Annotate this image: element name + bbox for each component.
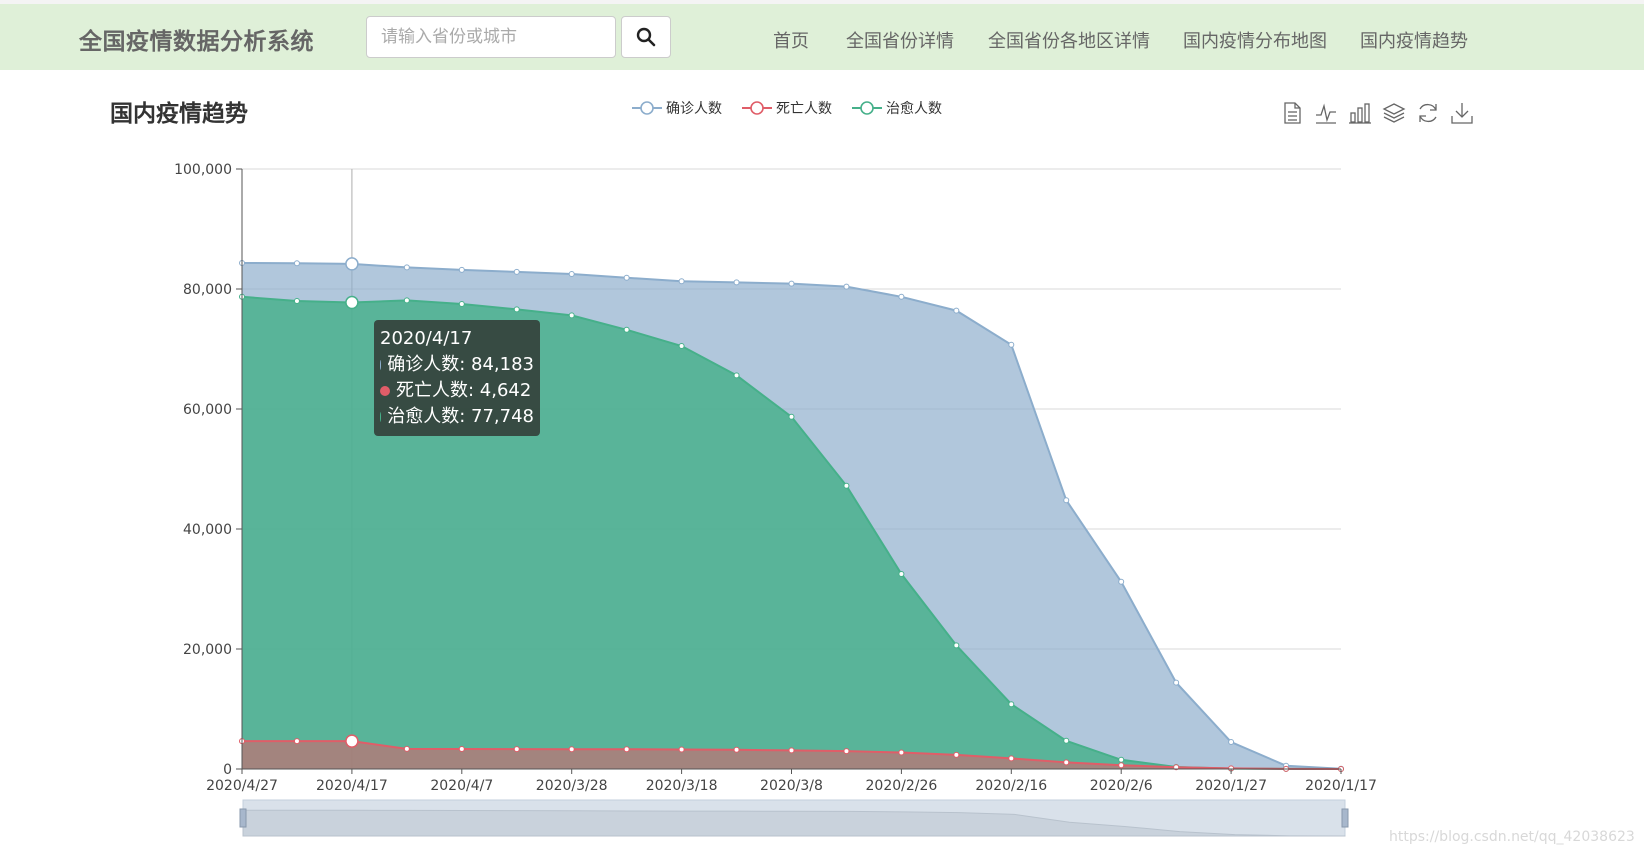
data-point-confirmed	[1118, 578, 1125, 585]
x-tick-label: 2020/4/17	[316, 778, 388, 794]
tooltip-value-confirmed: 确诊人数: 84,183	[387, 354, 534, 375]
data-point-confirmed	[953, 307, 960, 314]
x-tick-label: 2020/4/7	[430, 778, 493, 794]
x-tick-label: 2020/2/6	[1090, 778, 1153, 794]
data-point-recovered	[953, 642, 960, 649]
data-point-confirmed	[345, 257, 359, 271]
data-point-recovered	[403, 297, 410, 304]
tooltip-value-deaths: 死亡人数: 4,642	[396, 380, 532, 401]
y-tick-label: 20,000	[183, 642, 232, 658]
watermark: https://blog.csdn.net/qq_42038623	[1389, 829, 1635, 845]
data-point-deaths	[1063, 759, 1070, 766]
data-point-recovered	[843, 482, 850, 489]
data-point-confirmed	[1173, 679, 1180, 686]
tooltip-value-recovered: 治愈人数: 77,748	[387, 406, 534, 427]
data-point-deaths	[788, 747, 795, 754]
data-point-confirmed	[1228, 739, 1235, 745]
data-point-deaths	[843, 748, 850, 755]
data-point-confirmed	[733, 279, 740, 286]
data-point-confirmed	[623, 274, 630, 281]
tooltip-dot-confirmed	[380, 360, 382, 370]
data-point-recovered	[1008, 701, 1015, 708]
tooltip-row-confirmed: 确诊人数: 84,183	[380, 352, 534, 378]
data-point-recovered	[568, 312, 575, 319]
x-tick-label: 2020/4/27	[206, 778, 278, 794]
trend-area-chart[interactable]: 0 20,000 40,000 60,000 80,000 100,000 2020/4/2…	[0, 0, 1644, 860]
data-point-deaths	[458, 746, 465, 753]
data-point-recovered	[513, 306, 520, 313]
data-point-deaths	[403, 745, 410, 752]
data-point-confirmed	[1063, 497, 1070, 504]
data-point-confirmed	[458, 266, 465, 273]
data-point-confirmed	[293, 260, 300, 267]
data-point-deaths	[568, 746, 575, 753]
data-point-confirmed	[843, 283, 850, 290]
data-point-deaths	[293, 738, 300, 745]
data-point-recovered	[458, 301, 465, 307]
chart-tooltip: 2020/4/17 确诊人数: 84,183 死亡人数: 4,642 治愈人数:…	[374, 320, 540, 436]
data-point-confirmed	[403, 264, 410, 271]
data-point-recovered	[345, 295, 359, 310]
x-tick-label: 2020/3/8	[760, 778, 823, 794]
data-point-deaths	[733, 746, 740, 753]
data-point-recovered	[733, 372, 740, 379]
tooltip-dot-recovered	[380, 412, 382, 422]
data-point-deaths	[678, 746, 685, 753]
y-tick-label: 0	[223, 762, 232, 778]
x-tick-label: 2020/1/27	[1195, 778, 1267, 794]
data-point-recovered	[1118, 756, 1125, 763]
y-tick-label: 60,000	[183, 402, 232, 418]
data-point-confirmed	[898, 293, 905, 300]
zoom-slider-handle	[1341, 808, 1349, 828]
tooltip-row-recovered: 治愈人数: 77,748	[380, 404, 534, 430]
tooltip-date: 2020/4/17	[380, 328, 473, 349]
data-point-confirmed	[678, 278, 685, 285]
x-tick-label: 2020/3/18	[646, 778, 718, 794]
data-point-deaths	[513, 746, 520, 753]
data-point-recovered	[678, 343, 685, 349]
data-point-confirmed	[513, 268, 520, 275]
x-tick-label: 2020/3/28	[536, 778, 608, 794]
data-point-recovered	[788, 413, 795, 420]
data-point-confirmed	[788, 280, 795, 287]
zoom-slider-handle	[239, 808, 247, 828]
y-tick-label: 80,000	[183, 282, 232, 298]
x-tick-label: 2020/2/16	[975, 778, 1047, 794]
data-point-confirmed	[1008, 341, 1015, 348]
y-tick-label: 100,000	[174, 162, 232, 178]
data-point-deaths	[898, 749, 905, 756]
y-tick-label: 40,000	[183, 522, 232, 538]
data-point-deaths	[953, 751, 960, 758]
data-point-recovered	[898, 571, 905, 577]
tooltip-dot-deaths	[380, 386, 390, 396]
data-point-recovered	[293, 298, 300, 304]
data-point-deaths	[1118, 762, 1125, 769]
data-point-deaths	[345, 734, 359, 748]
data-point-deaths	[623, 746, 630, 753]
data-point-recovered	[623, 326, 630, 333]
x-tick-label: 2020/1/17	[1305, 778, 1377, 794]
x-tick-label: 2020/2/26	[866, 778, 938, 794]
data-point-confirmed	[568, 271, 575, 277]
data-point-deaths	[1008, 755, 1015, 762]
data-point-recovered	[1063, 737, 1070, 744]
tooltip-row-deaths: 死亡人数: 4,642	[380, 378, 534, 404]
